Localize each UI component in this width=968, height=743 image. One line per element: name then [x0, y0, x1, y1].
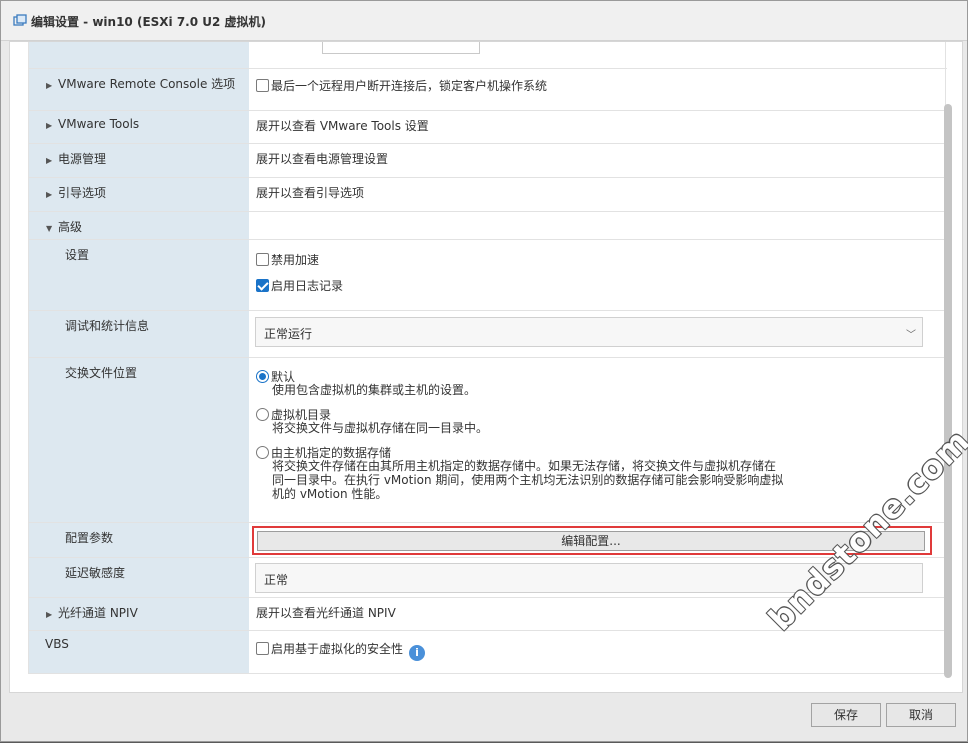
vm-settings-icon: [13, 14, 27, 26]
row-label-advanced[interactable]: ▼ 高级: [46, 218, 82, 235]
latency-value: 正常: [264, 573, 289, 587]
row-label-vmrc[interactable]: ▶ VMware Remote Console 选项: [46, 75, 235, 92]
row-label-boot[interactable]: ▶ 引导选项: [46, 184, 106, 201]
vbs-label: VBS: [45, 637, 69, 651]
save-button[interactable]: 保存: [811, 703, 881, 727]
row-label-power[interactable]: ▶ 电源管理: [46, 150, 106, 167]
swap-default-radio[interactable]: [256, 370, 269, 383]
enable-logging-checkbox[interactable]: [256, 279, 269, 292]
caret-right-icon: ▶: [46, 81, 53, 90]
swap-label: 交换文件位置: [65, 366, 138, 380]
swap-host-desc-3: 机的 vMotion 性能。: [272, 487, 388, 501]
swap-default-desc: 使用包含虚拟机的集群或主机的设置。: [272, 383, 477, 397]
top-partial-field[interactable]: [322, 42, 480, 54]
npiv-label: 光纤通道 NPIV: [58, 606, 138, 620]
enable-logging-label: 启用日志记录: [271, 279, 344, 293]
disable-accel-label: 禁用加速: [271, 253, 320, 267]
tools-label: VMware Tools: [58, 117, 140, 131]
row-label-tools[interactable]: ▶ VMware Tools: [46, 117, 139, 131]
boot-value: 展开以查看引导选项: [256, 186, 365, 200]
config-label: 配置参数: [65, 531, 114, 545]
vmrc-lock-checkbox[interactable]: [256, 79, 269, 92]
advanced-label: 高级: [58, 220, 83, 234]
caret-right-icon: ▶: [46, 121, 53, 130]
disable-accel-checkbox[interactable]: [256, 253, 269, 266]
debug-select[interactable]: 正常运行 ﹀: [255, 317, 923, 347]
caret-right-icon: ▶: [46, 190, 53, 199]
boot-label: 引导选项: [58, 186, 107, 200]
row-top-partial: [29, 42, 947, 69]
title-bar: 编辑设置 - win10 (ESXi 7.0 U2 虚拟机): [1, 1, 967, 41]
npiv-value: 展开以查看光纤通道 NPIV: [256, 606, 396, 620]
swap-vmdir-desc: 将交换文件与虚拟机存储在同一目录中。: [272, 421, 489, 435]
caret-right-icon: ▶: [46, 156, 53, 165]
swap-host-desc-2: 同一目录中。在执行 vMotion 期间，使用两个主机均无法识别的数据存储可能会…: [272, 473, 784, 487]
row-settings: 设置 禁用加速 启用日志记录: [29, 240, 947, 311]
row-vmware-tools[interactable]: ▶ VMware Tools 展开以查看 VMware Tools 设置: [29, 111, 947, 144]
chevron-down-icon: ﹀: [906, 330, 916, 341]
vmrc-label: VMware Remote Console 选项: [58, 77, 236, 91]
info-icon[interactable]: i: [409, 645, 426, 661]
row-power[interactable]: ▶ 电源管理 展开以查看电源管理设置: [29, 144, 947, 178]
dialog-title: 编辑设置 - win10 (ESXi 7.0 U2 虚拟机): [31, 15, 267, 29]
row-vmrc[interactable]: ▶ VMware Remote Console 选项 最后一个远程用户断开连接后，…: [29, 69, 947, 111]
dialog-footer: 保存 取消: [1, 693, 967, 743]
vbs-option[interactable]: 启用基于虚拟化的安全性 i: [256, 640, 426, 661]
settings-label: 设置: [65, 248, 90, 262]
swap-host-desc-1: 将交换文件存储在由其所用主机指定的数据存储中。如果无法存储，将交换文件与虚拟机存…: [272, 459, 777, 473]
row-debug: 调试和统计信息 正常运行 ﹀: [29, 311, 947, 358]
row-config: 配置参数 编辑配置...: [29, 523, 947, 558]
row-label-npiv[interactable]: ▶ 光纤通道 NPIV: [46, 604, 138, 621]
swap-host-title: 由主机指定的数据存储: [271, 446, 392, 460]
vertical-scrollbar[interactable]: [944, 104, 952, 678]
caret-right-icon: ▶: [46, 610, 53, 619]
swap-default-title: 默认: [271, 370, 296, 384]
row-advanced[interactable]: ▼ 高级: [29, 212, 947, 240]
enable-logging-option[interactable]: 启用日志记录: [256, 277, 343, 294]
cancel-button[interactable]: 取消: [886, 703, 956, 727]
latency-label: 延迟敏感度: [65, 566, 126, 580]
tools-value: 展开以查看 VMware Tools 设置: [256, 119, 429, 133]
row-boot[interactable]: ▶ 引导选项 展开以查看引导选项: [29, 178, 947, 212]
vmrc-option[interactable]: 最后一个远程用户断开连接后，锁定客户机操作系统: [256, 77, 547, 94]
vmrc-lock-label: 最后一个远程用户断开连接后，锁定客户机操作系统: [271, 79, 548, 93]
swap-vmdir-radio[interactable]: [256, 408, 269, 421]
disable-accel-option[interactable]: 禁用加速: [256, 251, 319, 268]
caret-down-icon: ▼: [46, 224, 53, 233]
power-label: 电源管理: [58, 152, 107, 166]
vbs-checkbox[interactable]: [256, 642, 269, 655]
row-swap: 交换文件位置 默认 使用包含虚拟机的集群或主机的设置。 虚拟机目录 将交换文件与…: [29, 358, 947, 523]
edit-settings-dialog: 编辑设置 - win10 (ESXi 7.0 U2 虚拟机) ▶ VMware R…: [0, 0, 968, 742]
row-vbs: VBS 启用基于虚拟化的安全性 i: [29, 631, 947, 674]
power-value: 展开以查看电源管理设置: [256, 152, 389, 166]
debug-label: 调试和统计信息: [65, 319, 150, 333]
swap-host-radio[interactable]: [256, 446, 269, 459]
vbs-option-label: 启用基于虚拟化的安全性: [271, 642, 404, 656]
debug-selected-value: 正常运行: [264, 327, 313, 341]
swap-vmdir-title: 虚拟机目录: [271, 408, 332, 422]
